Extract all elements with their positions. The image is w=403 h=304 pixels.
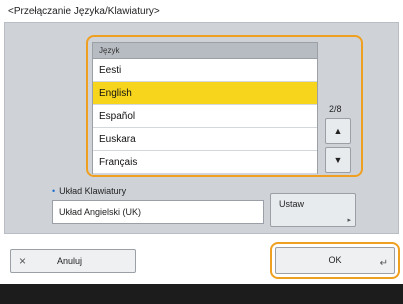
ok-button-label: OK bbox=[328, 255, 342, 265]
close-icon: × bbox=[19, 254, 27, 268]
ok-button[interactable]: OK ↵ bbox=[275, 247, 395, 274]
language-item-francais[interactable]: Français bbox=[93, 151, 317, 174]
set-button[interactable]: Ustaw ▸ bbox=[270, 193, 356, 227]
triangle-up-icon: ▲ bbox=[333, 126, 343, 136]
cancel-button-label: Anuluj bbox=[57, 256, 83, 266]
language-list[interactable]: Język Eesti English Español Euskara Fran… bbox=[92, 42, 318, 174]
language-item-english[interactable]: English bbox=[93, 82, 317, 105]
keyboard-layout-label: • Układ Klawiatury bbox=[52, 186, 126, 196]
page-counter: 2/8 bbox=[329, 104, 342, 114]
language-item-espanol[interactable]: Español bbox=[93, 105, 317, 128]
set-button-label: Ustaw bbox=[279, 199, 305, 209]
screen-title: <Przełączanie Języka/Klawiatury> bbox=[8, 6, 160, 17]
triangle-down-icon: ▼ bbox=[333, 155, 343, 165]
cancel-button[interactable]: × Anuluj bbox=[10, 249, 136, 273]
keyboard-layout-field: Układ Angielski (UK) bbox=[52, 200, 264, 224]
language-list-header: Język bbox=[93, 43, 317, 59]
bullet-icon: • bbox=[52, 186, 56, 196]
enter-arrow-icon: ↵ bbox=[379, 258, 388, 269]
keyboard-layout-label-text: Układ Klawiatury bbox=[59, 186, 127, 196]
scroll-up-button[interactable]: ▲ bbox=[325, 118, 351, 144]
language-item-euskara[interactable]: Euskara bbox=[93, 128, 317, 151]
bottom-status-bar bbox=[0, 284, 403, 304]
scroll-down-button[interactable]: ▼ bbox=[325, 147, 351, 173]
corner-arrow-icon: ▸ bbox=[347, 217, 351, 224]
language-item-eesti[interactable]: Eesti bbox=[93, 59, 317, 82]
